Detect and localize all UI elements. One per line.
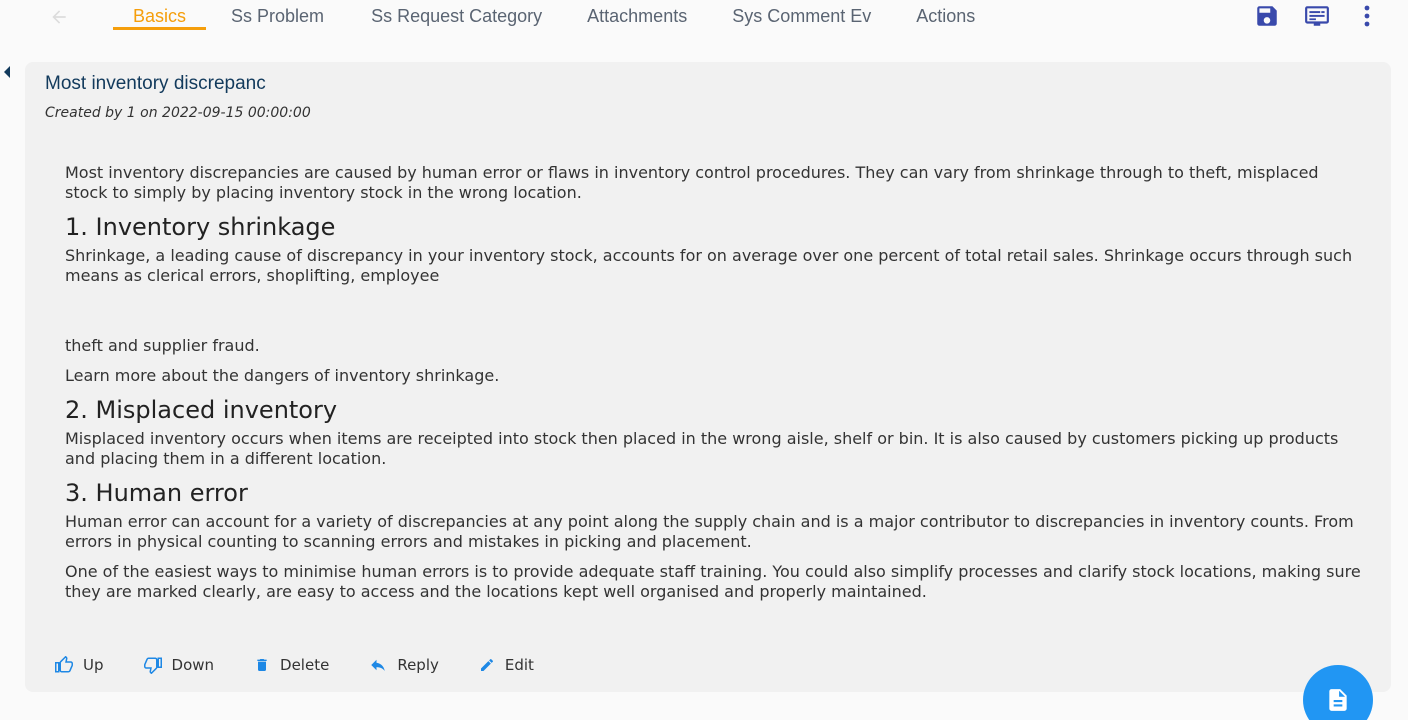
- delete-label: Delete: [280, 656, 330, 674]
- paragraph: Learn more about the dangers of inventor…: [65, 366, 500, 385]
- arrow-back-icon[interactable]: [46, 6, 72, 28]
- thumb-down-icon: [143, 657, 162, 674]
- top-toolbar: Basics Ss Problem Ss Request Category At…: [0, 0, 1408, 34]
- tab-actions[interactable]: Actions: [896, 0, 995, 30]
- tab-ss-request-category[interactable]: Ss Request Category: [351, 0, 562, 30]
- card-title: Most inventory discrepanc: [45, 73, 266, 94]
- tab-basics[interactable]: Basics: [113, 0, 207, 30]
- tab-attachments[interactable]: Attachments: [567, 0, 707, 30]
- document-icon: [1329, 689, 1347, 711]
- paragraph: One of the easiest ways to minimise huma…: [65, 562, 1361, 601]
- toolbar-actions: [1254, 2, 1380, 30]
- tab-ss-problem[interactable]: Ss Problem: [211, 0, 346, 30]
- save-icon[interactable]: [1254, 2, 1280, 30]
- upvote-label: Up: [83, 656, 104, 674]
- reply-icon: [371, 659, 386, 671]
- comment-card: Most inventory discrepanc Created by 1 o…: [25, 62, 1391, 692]
- article-body: Most inventory discrepancies are caused …: [65, 163, 1365, 612]
- tab-bar: Basics Ss Problem Ss Request Category At…: [113, 0, 1000, 34]
- section-heading: 2. Misplaced inventory: [65, 396, 338, 424]
- edit-button[interactable]: Edit: [479, 656, 534, 674]
- section-heading: 3. Human error: [65, 479, 248, 507]
- downvote-button[interactable]: Down: [143, 656, 215, 674]
- paragraph: Shrinkage, a leading cause of discrepanc…: [65, 246, 1353, 285]
- pencil-icon: [480, 658, 493, 671]
- paragraph: Human error can account for a variety of…: [65, 512, 1354, 551]
- edit-label: Edit: [504, 656, 534, 674]
- reply-label: Reply: [397, 656, 439, 674]
- tab-sys-comment-ev[interactable]: Sys Comment Ev: [712, 0, 891, 30]
- upvote-button[interactable]: Up: [55, 656, 104, 674]
- trash-icon: [257, 659, 267, 671]
- downvote-label: Down: [171, 656, 215, 674]
- paragraph: Misplaced inventory occurs when items ar…: [65, 429, 1339, 468]
- created-meta: Created by 1 on 2022-09-15 00:00:00: [45, 105, 311, 121]
- comment-actions: Up Down Delete Reply Edit: [55, 656, 574, 674]
- collapse-arrow-icon[interactable]: [3, 64, 13, 78]
- more-vert-icon[interactable]: [1354, 2, 1380, 30]
- subtitles-icon[interactable]: [1304, 2, 1330, 30]
- intro-paragraph: Most inventory discrepancies are caused …: [65, 163, 1319, 202]
- section-heading: 1. Inventory shrinkage: [65, 213, 336, 241]
- reply-button[interactable]: Reply: [369, 656, 439, 674]
- delete-button[interactable]: Delete: [254, 656, 329, 674]
- paragraph: theft and supplier fraud.: [65, 336, 260, 355]
- thumb-up-icon: [55, 656, 73, 673]
